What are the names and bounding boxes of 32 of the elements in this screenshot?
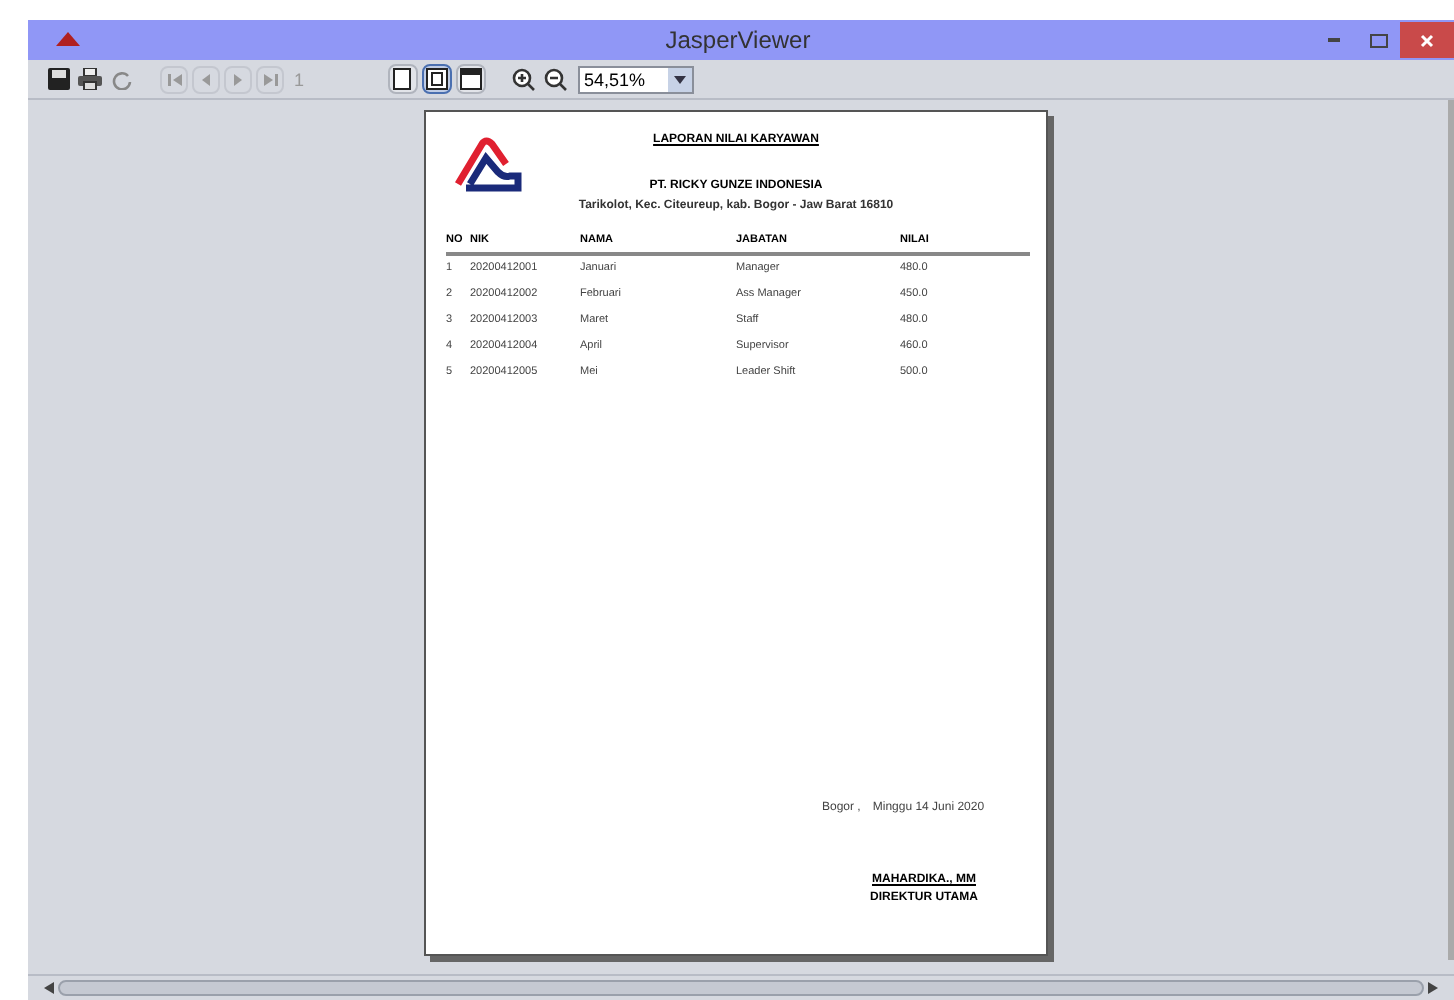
maximize-icon	[1369, 33, 1387, 47]
horizontal-scrollbar[interactable]	[28, 974, 1454, 1000]
zoom-out-icon	[544, 67, 568, 91]
zoom-in-button[interactable]	[510, 65, 538, 93]
zoom-combo[interactable]: 54,51%	[578, 65, 694, 93]
zoom-value: 54,51%	[582, 67, 648, 91]
scroll-left-icon	[44, 982, 54, 994]
minimize-icon	[1328, 38, 1340, 42]
previous-icon	[202, 73, 210, 85]
next-icon	[234, 73, 242, 85]
fit-page-icon	[426, 68, 448, 90]
save-button[interactable]	[44, 65, 72, 93]
actual-size-button[interactable]	[388, 64, 418, 94]
fit-page-button[interactable]	[422, 64, 452, 94]
print-button[interactable]	[76, 65, 104, 93]
zoom-in-icon	[512, 67, 536, 91]
single-page-icon	[392, 68, 414, 90]
save-icon	[47, 68, 69, 90]
printer-icon	[78, 68, 102, 90]
first-page-icon	[167, 73, 181, 85]
window-title: JasperViewer	[663, 24, 813, 58]
reload-icon	[112, 69, 132, 89]
app-icon	[56, 32, 80, 46]
zoom-out-button[interactable]	[542, 65, 570, 93]
fit-width-icon	[460, 68, 482, 90]
close-button[interactable]	[1400, 22, 1454, 58]
last-page-icon	[263, 73, 277, 85]
scrollbar-thumb[interactable]	[58, 980, 1424, 996]
close-icon	[1420, 33, 1434, 47]
scroll-right-icon	[1428, 982, 1438, 994]
fit-width-button[interactable]	[456, 64, 486, 94]
logo-icon	[454, 136, 522, 196]
